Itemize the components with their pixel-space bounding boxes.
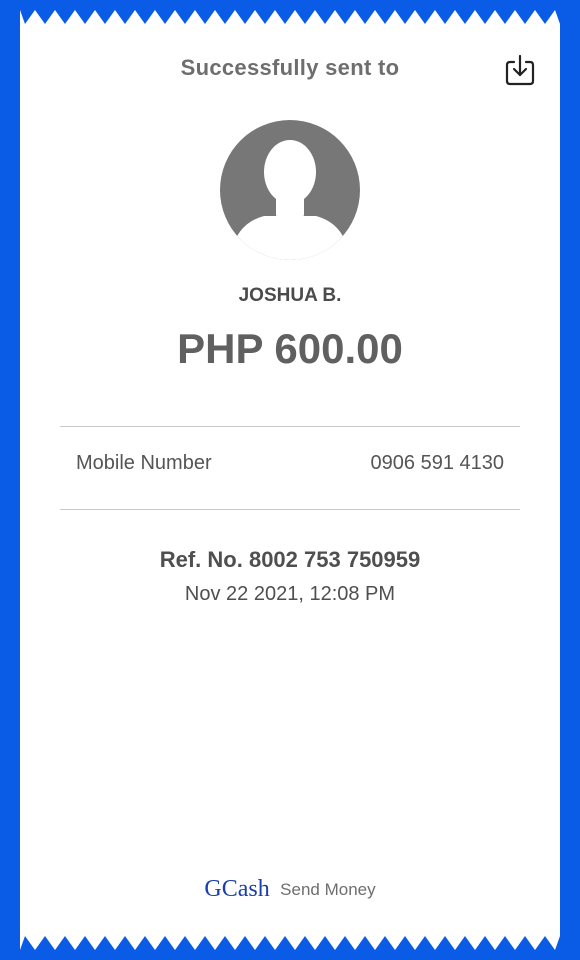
success-title: Successfully sent to	[180, 55, 400, 80]
receipt-bottom-edge	[20, 936, 560, 950]
mobile-number-label: Mobile Number	[76, 452, 212, 474]
mobile-number-value: 0906 591 4130	[370, 452, 504, 474]
divider-bottom	[60, 509, 520, 510]
person-silhouette-icon	[220, 120, 360, 260]
download-button[interactable]	[503, 52, 537, 88]
avatar	[220, 120, 360, 260]
recipient-name: JOSHUA B.	[238, 285, 342, 306]
gcash-logo: GCash	[204, 876, 270, 902]
reference-number: Ref. No. 8002 753 750959	[159, 547, 421, 572]
transaction-datetime: Nov 22 2021, 12:08 PM	[184, 583, 396, 605]
amount-sent: PHP 600.00	[177, 325, 403, 372]
download-icon	[505, 54, 535, 86]
divider-top	[60, 426, 520, 427]
receipt-top-edge	[20, 10, 560, 24]
service-label: Send Money	[280, 879, 376, 899]
footer-branding: GCash Send Money	[20, 876, 560, 903]
